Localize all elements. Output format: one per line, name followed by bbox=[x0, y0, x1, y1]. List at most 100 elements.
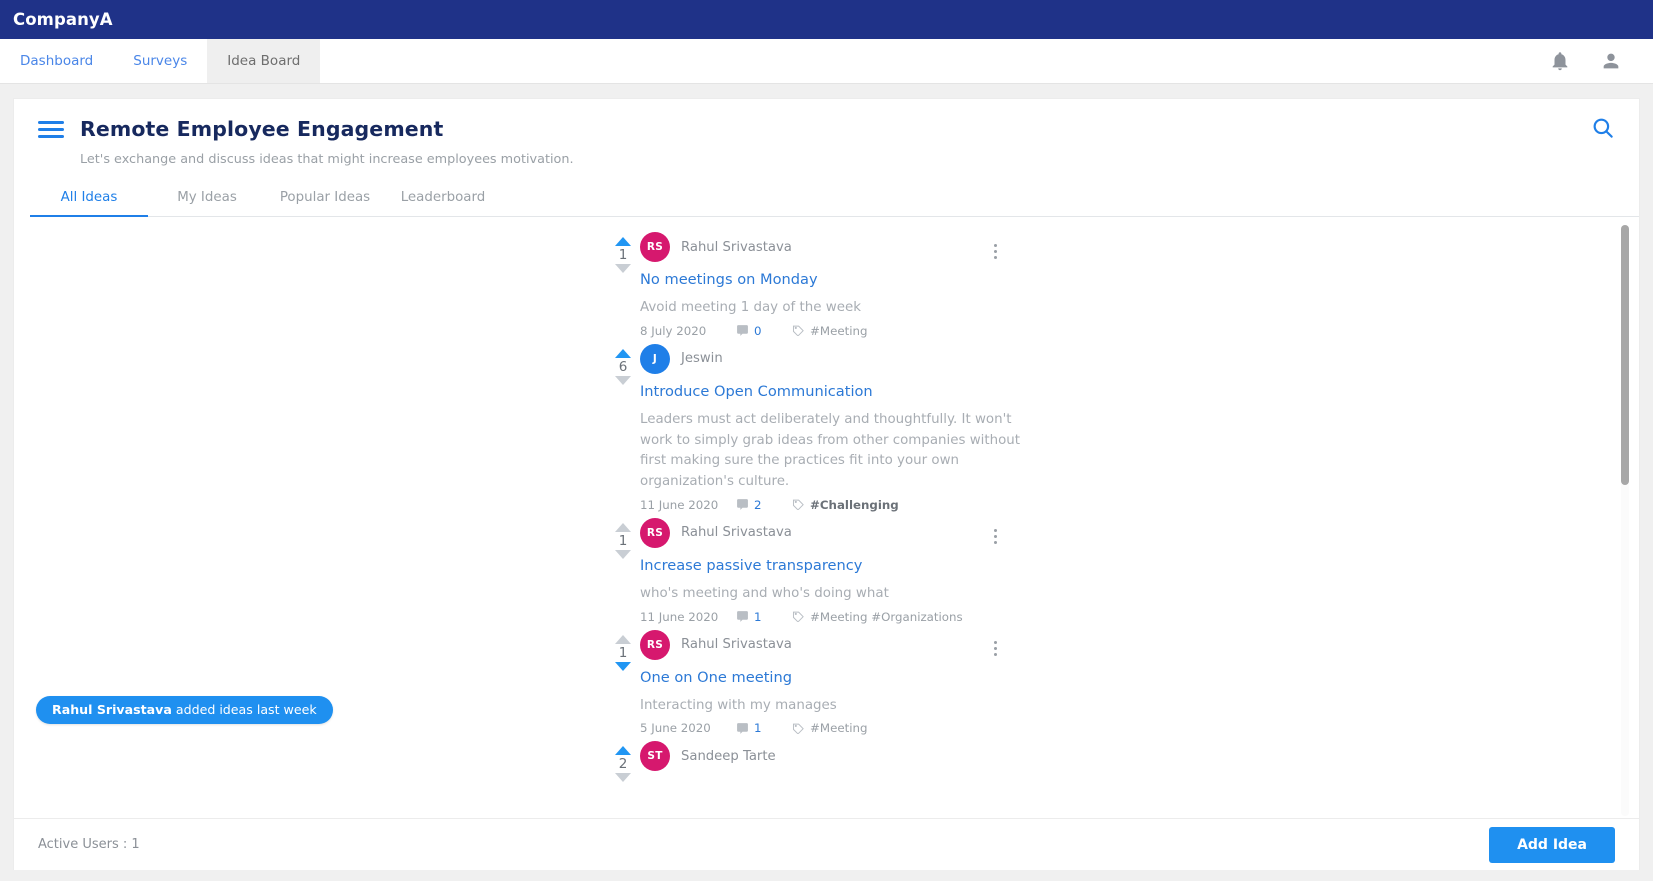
downvote-icon[interactable] bbox=[615, 662, 631, 671]
idea-date: 11 June 2020 bbox=[640, 498, 736, 512]
nav-tab-list: Dashboard Surveys Idea Board bbox=[0, 39, 320, 83]
idea-tags: #Meeting #Organizations bbox=[792, 610, 963, 624]
tag-icon bbox=[792, 610, 805, 623]
comment-icon bbox=[736, 498, 749, 511]
toast-user-name: Rahul Srivastava bbox=[52, 702, 172, 717]
idea-comments[interactable]: 1 bbox=[736, 721, 792, 735]
avatar: RS bbox=[640, 518, 670, 548]
idea-card[interactable]: 2 ST Sandeep Tarte bbox=[14, 740, 1639, 772]
avatar: RS bbox=[640, 630, 670, 660]
vote-count: 1 bbox=[619, 533, 628, 549]
idea-card[interactable]: 1 RS Rahul Srivastava Increase passive t… bbox=[14, 517, 1639, 624]
comment-icon bbox=[736, 722, 749, 735]
downvote-icon[interactable] bbox=[615, 773, 631, 782]
scrollbar-thumb[interactable] bbox=[1621, 225, 1629, 485]
upvote-icon[interactable] bbox=[615, 523, 631, 532]
idea-date: 8 July 2020 bbox=[640, 324, 736, 338]
footer-bar: Active Users : 1 Add Idea bbox=[13, 818, 1640, 870]
upvote-icon[interactable] bbox=[615, 746, 631, 755]
idea-author-name: Jeswin bbox=[681, 351, 723, 366]
comment-icon bbox=[736, 610, 749, 623]
idea-options-menu-icon[interactable] bbox=[986, 527, 1004, 547]
tab-my-ideas[interactable]: My Ideas bbox=[148, 182, 266, 216]
idea-author-row: RS Rahul Srivastava bbox=[640, 517, 1030, 549]
vote-control: 1 bbox=[610, 237, 636, 273]
vote-control: 6 bbox=[610, 349, 636, 385]
comment-count: 2 bbox=[754, 498, 762, 512]
idea-tags: #Meeting bbox=[792, 721, 867, 735]
downvote-icon[interactable] bbox=[615, 376, 631, 385]
comment-count: 0 bbox=[754, 324, 762, 338]
idea-date: 11 June 2020 bbox=[640, 610, 736, 624]
search-icon[interactable] bbox=[1590, 115, 1616, 141]
tab-all-ideas[interactable]: All Ideas bbox=[30, 182, 148, 216]
vote-count: 1 bbox=[619, 247, 628, 263]
downvote-icon[interactable] bbox=[615, 264, 631, 273]
comment-count: 1 bbox=[754, 610, 762, 624]
tag-icon bbox=[792, 498, 805, 511]
idea-options-menu-icon[interactable] bbox=[986, 639, 1004, 659]
vote-control: 1 bbox=[610, 635, 636, 671]
idea-body: RS Rahul Srivastava Increase passive tra… bbox=[600, 517, 1030, 624]
idea-tags: #Meeting bbox=[792, 324, 867, 338]
idea-comments[interactable]: 0 bbox=[736, 324, 792, 338]
idea-list-area: 1 RS Rahul Srivastava No meetings on Mon… bbox=[14, 217, 1639, 818]
idea-author-row: ST Sandeep Tarte bbox=[640, 740, 1030, 772]
idea-card[interactable]: 1 RS Rahul Srivastava No meetings on Mon… bbox=[14, 231, 1639, 338]
comment-count: 1 bbox=[754, 721, 762, 735]
vote-count: 2 bbox=[619, 756, 628, 772]
panel-wrapper: Remote Employee Engagement Let's exchang… bbox=[0, 84, 1653, 818]
nav-tab-idea-board[interactable]: Idea Board bbox=[207, 39, 320, 83]
idea-date: 5 June 2020 bbox=[640, 721, 736, 735]
idea-options-menu-icon[interactable] bbox=[986, 241, 1004, 261]
tag-icon bbox=[792, 722, 805, 735]
vote-control: 2 bbox=[610, 746, 636, 782]
vote-count: 1 bbox=[619, 645, 628, 661]
idea-title[interactable]: Increase passive transparency bbox=[640, 557, 1030, 574]
board-header: Remote Employee Engagement Let's exchang… bbox=[14, 99, 1639, 167]
tab-popular-ideas[interactable]: Popular Ideas bbox=[266, 182, 384, 216]
idea-author-name: Rahul Srivastava bbox=[681, 240, 792, 255]
idea-title[interactable]: No meetings on Monday bbox=[640, 271, 1030, 288]
idea-body: ST Sandeep Tarte bbox=[600, 740, 1030, 772]
upvote-icon[interactable] bbox=[615, 349, 631, 358]
nav-tab-surveys[interactable]: Surveys bbox=[113, 39, 207, 83]
idea-tag-text: #Meeting bbox=[810, 324, 867, 338]
idea-list-scroll: 1 RS Rahul Srivastava No meetings on Mon… bbox=[14, 217, 1639, 818]
brand-name: CompanyA bbox=[13, 10, 113, 29]
idea-author-name: Sandeep Tarte bbox=[681, 749, 776, 764]
idea-author-name: Rahul Srivastava bbox=[681, 525, 792, 540]
page-title: Remote Employee Engagement bbox=[80, 117, 443, 141]
board-title-row: Remote Employee Engagement bbox=[38, 117, 1615, 141]
idea-comments[interactable]: 1 bbox=[736, 610, 792, 624]
idea-board-panel: Remote Employee Engagement Let's exchang… bbox=[13, 98, 1640, 818]
comment-icon bbox=[736, 324, 749, 337]
board-description: Let's exchange and discuss ideas that mi… bbox=[80, 152, 1615, 167]
upvote-icon[interactable] bbox=[615, 635, 631, 644]
idea-author-row: RS Rahul Srivastava bbox=[640, 629, 1030, 661]
idea-tag-text: #Meeting #Organizations bbox=[810, 610, 963, 624]
tab-leaderboard[interactable]: Leaderboard bbox=[384, 182, 502, 216]
idea-meta: 11 June 2020 1 #Meeting #Organizations bbox=[640, 610, 1030, 624]
nav-actions bbox=[1549, 39, 1653, 83]
idea-body: J Jeswin Introduce Open Communication Le… bbox=[600, 343, 1030, 512]
idea-card[interactable]: 6 J Jeswin Introduce Open Communication … bbox=[14, 343, 1639, 512]
idea-title[interactable]: One on One meeting bbox=[640, 669, 1030, 686]
downvote-icon[interactable] bbox=[615, 550, 631, 559]
active-users-count: Active Users : 1 bbox=[38, 837, 140, 852]
idea-comments[interactable]: 2 bbox=[736, 498, 792, 512]
notifications-bell-icon[interactable] bbox=[1549, 50, 1571, 72]
add-idea-button[interactable]: Add Idea bbox=[1489, 827, 1615, 863]
user-profile-icon[interactable] bbox=[1600, 50, 1622, 72]
idea-author-row: RS Rahul Srivastava bbox=[640, 231, 1030, 263]
idea-filter-tabs: All Ideas My Ideas Popular Ideas Leaderb… bbox=[30, 182, 1639, 217]
nav-tab-dashboard[interactable]: Dashboard bbox=[0, 39, 113, 83]
idea-list-scrollbar[interactable] bbox=[1621, 225, 1629, 816]
tag-icon bbox=[792, 324, 805, 337]
hamburger-menu-icon[interactable] bbox=[38, 120, 64, 138]
idea-list: 1 RS Rahul Srivastava No meetings on Mon… bbox=[14, 217, 1639, 777]
idea-title[interactable]: Introduce Open Communication bbox=[640, 383, 1030, 400]
avatar: J bbox=[640, 344, 670, 374]
upvote-icon[interactable] bbox=[615, 237, 631, 246]
idea-tag-text: #Challenging bbox=[810, 498, 899, 512]
